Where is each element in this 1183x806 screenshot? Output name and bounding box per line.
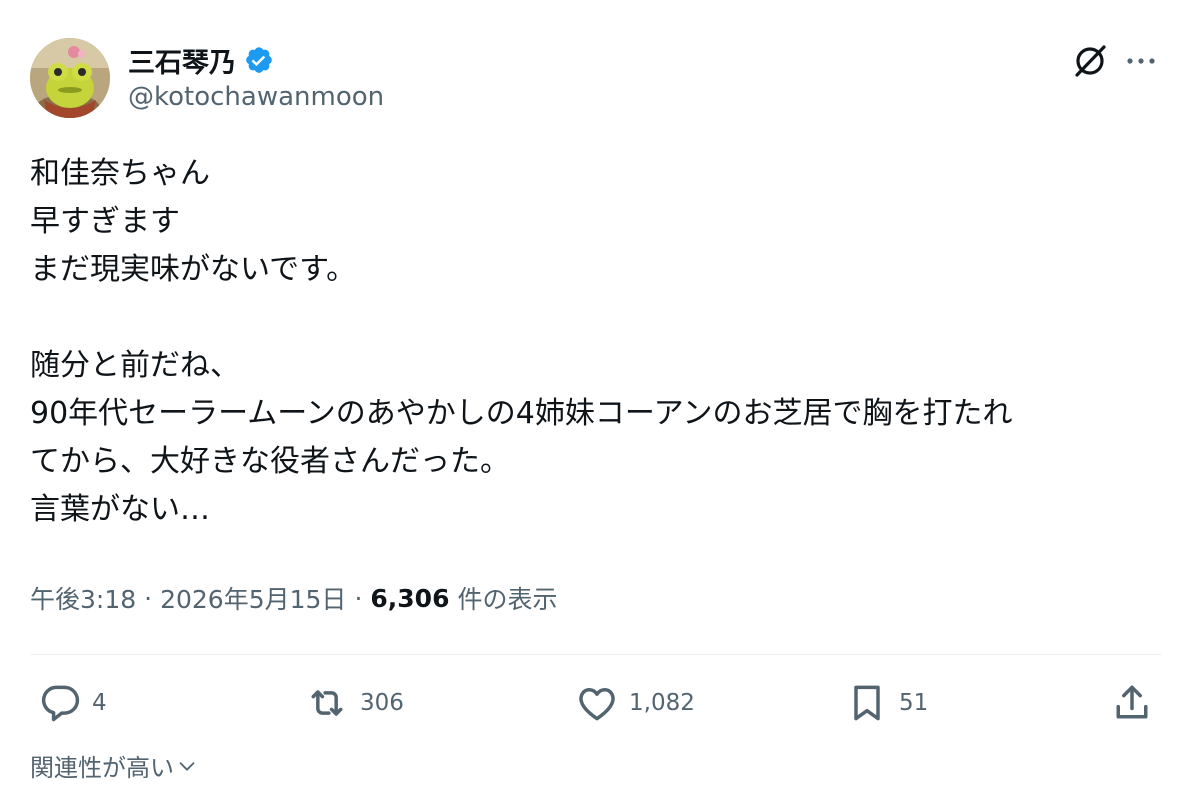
- like-button[interactable]: 1,082: [575, 681, 695, 725]
- retweet-button[interactable]: 306: [304, 681, 404, 725]
- tweet-line: てから、大好きな役者さんだった。: [30, 444, 510, 479]
- views-count[interactable]: 6,306: [370, 584, 449, 613]
- chevron-down-icon: [179, 761, 195, 771]
- tweet-line: 和佳奈ちゃん: [30, 156, 210, 191]
- tweet-line: [30, 294, 1160, 342]
- meta-separator: ·: [144, 583, 153, 613]
- avatar[interactable]: [30, 38, 110, 118]
- reply-icon: [41, 685, 80, 722]
- reply-count: 4: [92, 690, 107, 716]
- verified-badge-icon[interactable]: [244, 45, 274, 75]
- retweet-count: 306: [360, 690, 404, 716]
- author-name-row: 三石琴乃: [128, 40, 274, 80]
- tweet-text: 和佳奈ちゃん 早すぎます まだ現実味がないです。 随分と前だね、 90年代セーラ…: [30, 150, 1160, 534]
- more-icon: [1127, 58, 1155, 64]
- share-button[interactable]: [1110, 681, 1154, 725]
- grok-button[interactable]: [1069, 40, 1111, 82]
- tweet-card: 三石琴乃 @kotochawanmoon 和佳奈ちゃん 早すぎます まだ現実味が…: [0, 0, 1183, 806]
- tweet-date[interactable]: 2026年5月15日: [160, 580, 346, 616]
- display-name[interactable]: 三石琴乃: [128, 41, 236, 80]
- relevance-sort[interactable]: 関連性が高い: [30, 748, 198, 783]
- tweet-line: 言葉がない…: [30, 492, 210, 527]
- tweet-time[interactable]: 午後3:18: [30, 580, 136, 616]
- more-button[interactable]: [1120, 40, 1162, 82]
- author-handle[interactable]: @kotochawanmoon: [128, 82, 384, 112]
- tweet-line: 90年代セーラームーンのあやかしの4姉妹コーアンのお芝居で胸を打たれ: [30, 396, 1013, 431]
- grok-icon: [1075, 45, 1106, 77]
- tweet-line: 早すぎます: [30, 204, 180, 239]
- tweet-line: 随分と前だね、: [30, 348, 240, 383]
- relevance-label: 関連性が高い: [30, 754, 174, 782]
- share-icon: [1116, 685, 1148, 719]
- retweet-icon: [311, 690, 343, 716]
- meta-separator: ·: [354, 583, 363, 613]
- bookmark-button[interactable]: 51: [845, 681, 928, 725]
- heart-icon: [579, 688, 615, 721]
- tweet-line: まだ現実味がないです。: [30, 252, 357, 287]
- reply-button[interactable]: 4: [38, 681, 107, 725]
- bookmark-count: 51: [899, 690, 929, 716]
- tweet-meta: 午後3:18 · 2026年5月15日 · 6,306 件の表示: [30, 580, 557, 616]
- bookmark-icon: [854, 685, 880, 721]
- views-label[interactable]: 件の表示: [457, 580, 557, 616]
- divider: [30, 654, 1162, 655]
- frog-avatar-icon: [30, 38, 110, 118]
- like-count: 1,082: [629, 690, 695, 716]
